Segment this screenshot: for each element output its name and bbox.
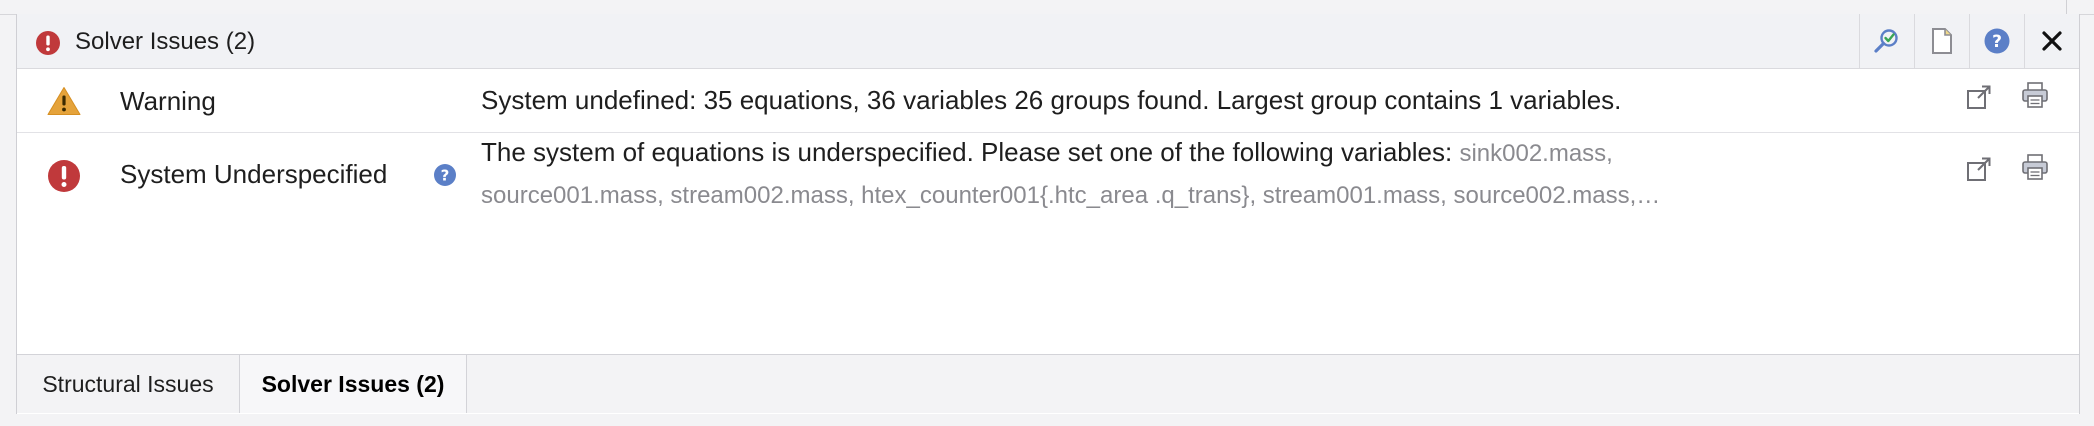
help-icon: ?: [1984, 28, 2010, 54]
panel-header: Solver Issues (2) ?: [17, 14, 2079, 69]
bottom-tab-bar: Structural Issues Solver Issues (2): [17, 354, 2079, 413]
inspect-button[interactable]: [1859, 14, 1914, 68]
print-icon[interactable]: [2021, 153, 2049, 181]
search-check-icon: [1874, 29, 1898, 53]
warning-triangle-icon: [47, 87, 81, 115]
print-icon[interactable]: [2021, 81, 2049, 109]
open-external-icon[interactable]: [1965, 155, 1993, 183]
solver-issues-panel: Solver Issues (2) ? Warning System undef…: [16, 14, 2080, 414]
document-button[interactable]: [1914, 14, 1969, 68]
severity-label: Warning: [120, 86, 216, 116]
close-button[interactable]: [2024, 14, 2079, 68]
variables-list-continued: source001.mass, stream002.mass, htex_cou…: [481, 182, 1661, 209]
open-external-icon[interactable]: [1965, 83, 1993, 111]
issue-row-underspecified[interactable]: System Underspecified ? The system of eq…: [17, 133, 2079, 233]
tab-solver-issues[interactable]: Solver Issues (2): [240, 355, 467, 413]
error-icon: [36, 31, 60, 55]
issue-message: System undefined: 35 equations, 36 varia…: [481, 85, 1622, 115]
tab-structural-issues[interactable]: Structural Issues: [17, 355, 240, 413]
document-icon: [1932, 28, 1952, 54]
help-icon[interactable]: ?: [433, 163, 457, 187]
severity-label: System Underspecified: [120, 159, 388, 189]
error-circle-icon: [48, 160, 80, 192]
panel-title: Solver Issues (2): [75, 28, 256, 55]
close-icon: [2042, 31, 2062, 51]
issue-message: The system of equations is underspecifie…: [481, 131, 1660, 217]
svg-text:?: ?: [1992, 32, 2002, 52]
svg-text:?: ?: [441, 167, 450, 185]
top-strip: [0, 0, 2094, 15]
help-button[interactable]: ?: [1969, 14, 2024, 68]
variables-list: sink002.mass,: [1459, 140, 1613, 167]
issue-row-warning[interactable]: Warning System undefined: 35 equations, …: [17, 69, 2079, 133]
